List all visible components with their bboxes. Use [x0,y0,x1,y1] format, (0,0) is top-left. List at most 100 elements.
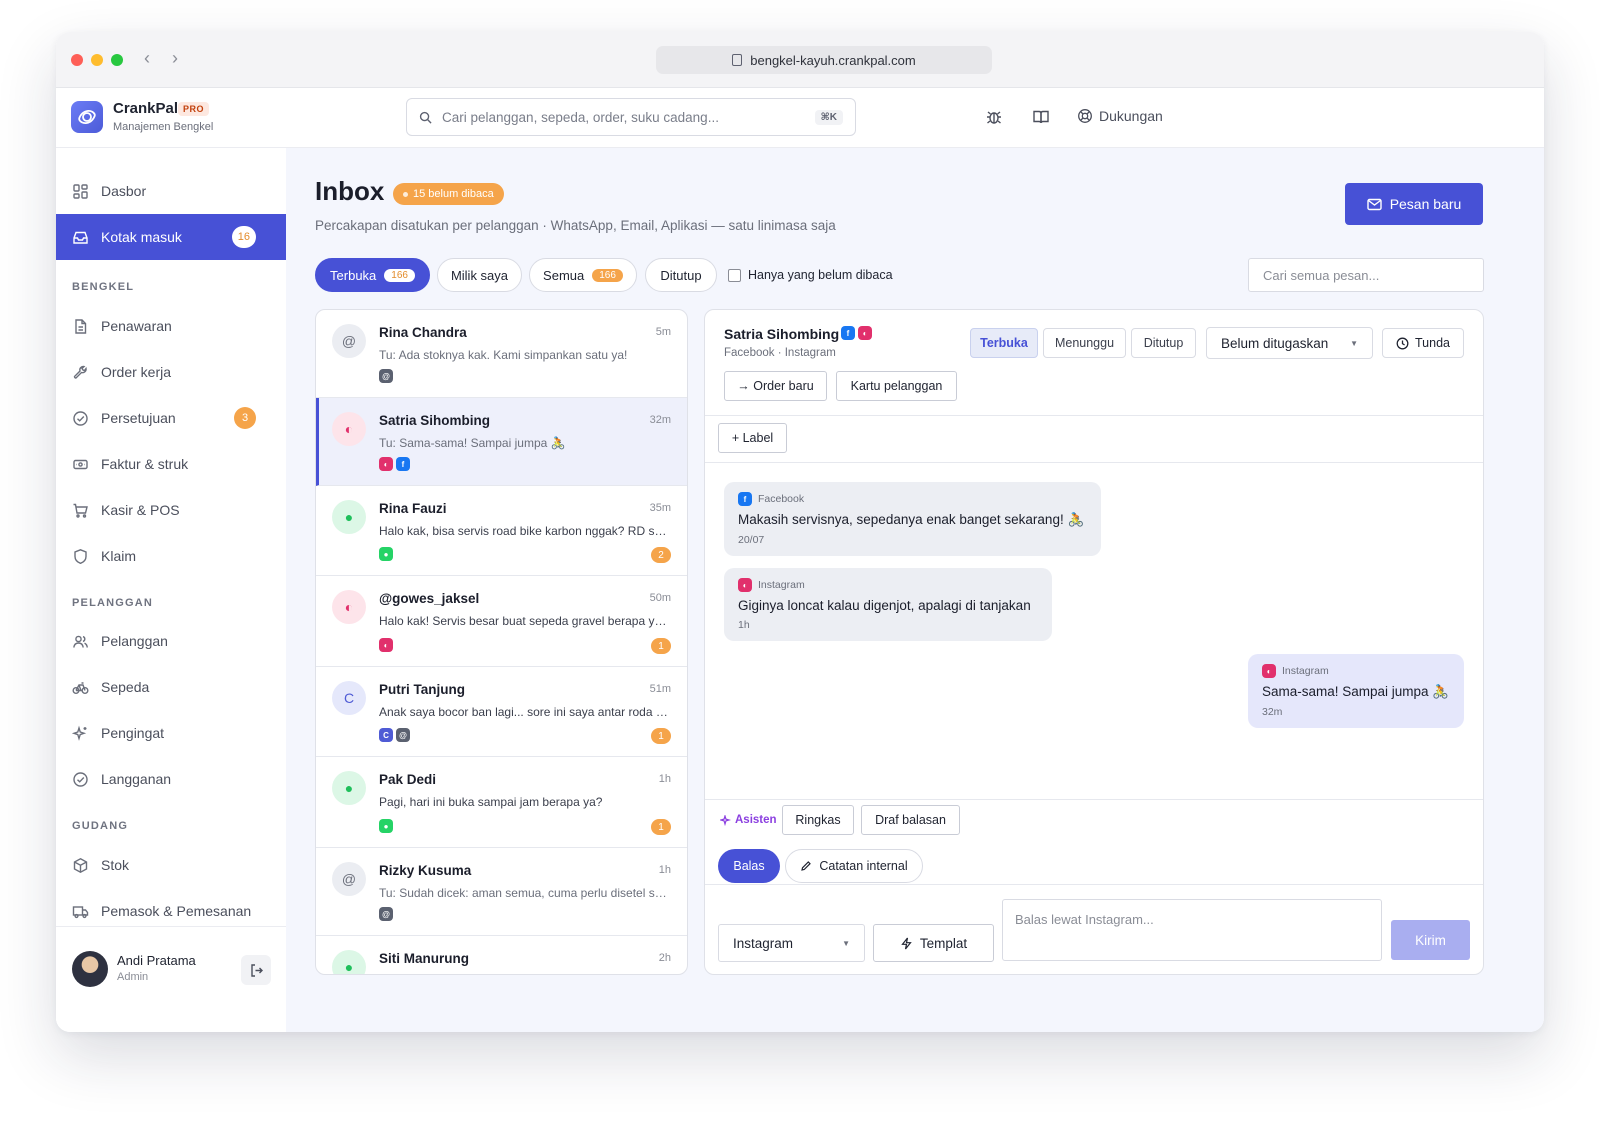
chevron-down-icon: ▼ [1350,338,1358,348]
facebook-channel-icon: f [396,457,410,471]
conversation-row[interactable]: @ Rina Chandra 5m Tu: Ada stoknya kak. K… [316,310,687,398]
filter-label: Terbuka [330,267,377,283]
internal-note-tab[interactable]: Catatan internal [785,849,923,883]
snooze-button[interactable]: Tunda [1382,328,1464,358]
unread-only-checkbox[interactable] [728,268,741,282]
minimize-window-dot[interactable] [91,54,103,66]
reply-textarea[interactable] [1002,899,1382,961]
crankpal-logo[interactable] [71,101,103,133]
sidebar-item-dasbor[interactable]: Dasbor [56,168,286,214]
conversation-name: Rizky Kusuma [379,863,472,878]
sidebar-item-sepeda[interactable]: Sepeda [56,664,286,710]
avatar[interactable] [72,951,108,987]
maximize-window-dot[interactable] [111,54,123,66]
sidebar-item-order-kerja[interactable]: Order kerja [56,349,286,395]
sidebar-item-label: Dasbor [101,183,147,199]
filter-label: Milik saya [450,267,509,283]
reply-channel-select[interactable]: Instagram ▼ [718,924,865,962]
search-all-messages-input[interactable] [1248,258,1484,292]
sidebar-item-langganan[interactable]: Langganan [56,756,286,802]
sidebar-item-label: Sepeda [101,679,150,695]
conversation-name: @gowes_jaksel [379,591,480,606]
filter-milik-saya[interactable]: Milik saya [437,258,522,292]
sidebar-item-label: Persetujuan [101,410,176,426]
browser-toolbar: ‹ › bengkel-kayuh.crankpal.com [56,32,1544,88]
customer-card-button[interactable]: Kartu pelanggan [836,371,957,401]
status-menunggu-button[interactable]: Menunggu [1043,328,1126,358]
sidebar-item-label: Order kerja [101,364,172,380]
logout-button[interactable] [241,955,271,985]
book-icon[interactable] [1032,108,1050,126]
unread-badge: 1 [651,728,671,744]
unread-only-toggle[interactable]: Hanya yang belum dibaca [728,268,893,282]
sidebar-item-stok[interactable]: Stok [56,842,286,888]
check-circle-icon [73,410,88,426]
browser-window: ‹ › bengkel-kayuh.crankpal.com CrankPal … [56,32,1544,1032]
conversation-row[interactable]: ◐ Satria Sihombing 32m Tu: Sama-sama! Sa… [316,398,687,486]
message-time: 32m [1262,706,1283,718]
sidebar-user-panel: Andi Pratama Admin [56,926,286,1032]
lightning-icon [901,937,912,949]
sidebar-item-kotak-masuk[interactable]: Kotak masuk 16 [56,214,286,260]
conversation-pane: Satria Sihombing f ◐ Facebook · Instagra… [704,309,1484,975]
sidebar-item-pengingat[interactable]: Pengingat [56,710,286,756]
conversation-avatar: C [332,681,366,715]
conversation-row[interactable]: ● Pak Dedi 1h Pagi, hari ini buka sampai… [316,757,687,848]
filter-count: 166 [592,268,623,282]
sidebar-item-label: Kasir & POS [101,502,180,518]
conversation-time: 1h [658,773,671,785]
status-ditutup-button[interactable]: Ditutup [1131,328,1196,358]
internal-note-label: Catatan internal [819,859,908,873]
conversation-row[interactable]: @ Rizky Kusuma 1h Tu: Sudah dicek: aman … [316,848,687,936]
sidebar-item-klaim[interactable]: Klaim [56,533,286,579]
add-label-button[interactable]: + Label [718,423,787,453]
sidebar-item-penawaran[interactable]: Penawaran [56,303,286,349]
shield-icon [74,548,87,564]
support-link[interactable]: Dukungan [1077,108,1163,124]
draft-reply-button[interactable]: Draf balasan [861,805,960,835]
conversation-row[interactable]: ● Rina Fauzi 35m Halo kak, bisa servis r… [316,486,687,576]
assignee-select[interactable]: Belum ditugaskan ▼ [1206,327,1373,359]
summarize-button[interactable]: Ringkas [782,805,854,835]
sidebar-item-pelanggan[interactable]: Pelanggan [56,618,286,664]
unread-count-badge: 15 belum dibaca [393,183,504,205]
close-window-dot[interactable] [71,54,83,66]
divider [705,462,1483,463]
filter-terbuka[interactable]: Terbuka 166 [315,258,430,292]
thread-sources: Facebook · Instagram [724,347,836,359]
page-subtitle: Percakapan disatukan per pelanggan · Wha… [315,218,836,233]
message-text: Sama-sama! Sampai jumpa 🚴 [1262,684,1450,699]
bug-icon[interactable] [985,108,1003,126]
unread-badge: 1 [651,819,671,835]
sidebar-item-faktur-struk[interactable]: Faktur & struk [56,441,286,487]
filter-ditutup[interactable]: Ditutup [645,258,717,292]
message-time: 1h [738,619,750,631]
forward-arrow-icon[interactable]: › [172,48,178,69]
sidebar-item-persetujuan[interactable]: Persetujuan 3 [56,395,286,441]
reply-tab[interactable]: Balas [718,849,780,883]
sidebar-section-pelanggan: PELANGGAN [72,597,154,609]
global-search-input[interactable]: Cari pelanggan, sepeda, order, suku cada… [406,98,856,136]
message-channel: Instagram [1282,665,1329,677]
channel-chips: ◐ f [379,457,410,471]
conversation-row[interactable]: ◐ @gowes_jaksel 50m Halo kak! Servis bes… [316,576,687,667]
sidebar-item-kasir-pos[interactable]: Kasir & POS [56,487,286,533]
channel-chips: @ [379,907,393,921]
conversation-row[interactable]: C Putri Tanjung 51m Anak saya bocor ban … [316,667,687,757]
address-bar[interactable]: bengkel-kayuh.crankpal.com [656,46,992,74]
status-terbuka-button[interactable]: Terbuka [970,328,1038,358]
message-source: ◐ Instagram [1262,664,1450,678]
assistant-text: Asisten [735,814,777,826]
conversation-row[interactable]: ● Siti Manurung 2h [316,936,687,974]
divider [705,884,1483,885]
send-button[interactable]: Kirim [1391,920,1470,960]
sparkle-icon [720,814,731,826]
new-order-button[interactable]: → Order baru [724,371,827,401]
filter-semua[interactable]: Semua 166 [529,258,637,292]
new-message-button[interactable]: Pesan baru [1345,183,1483,225]
back-arrow-icon[interactable]: ‹ [144,48,150,69]
instagram-channel-icon: ◐ [379,457,393,471]
sidebar-item-label: Pemasok & Pemesanan [101,903,252,919]
message-source: ◐ Instagram [738,578,1038,592]
template-button[interactable]: Templat [873,924,994,962]
